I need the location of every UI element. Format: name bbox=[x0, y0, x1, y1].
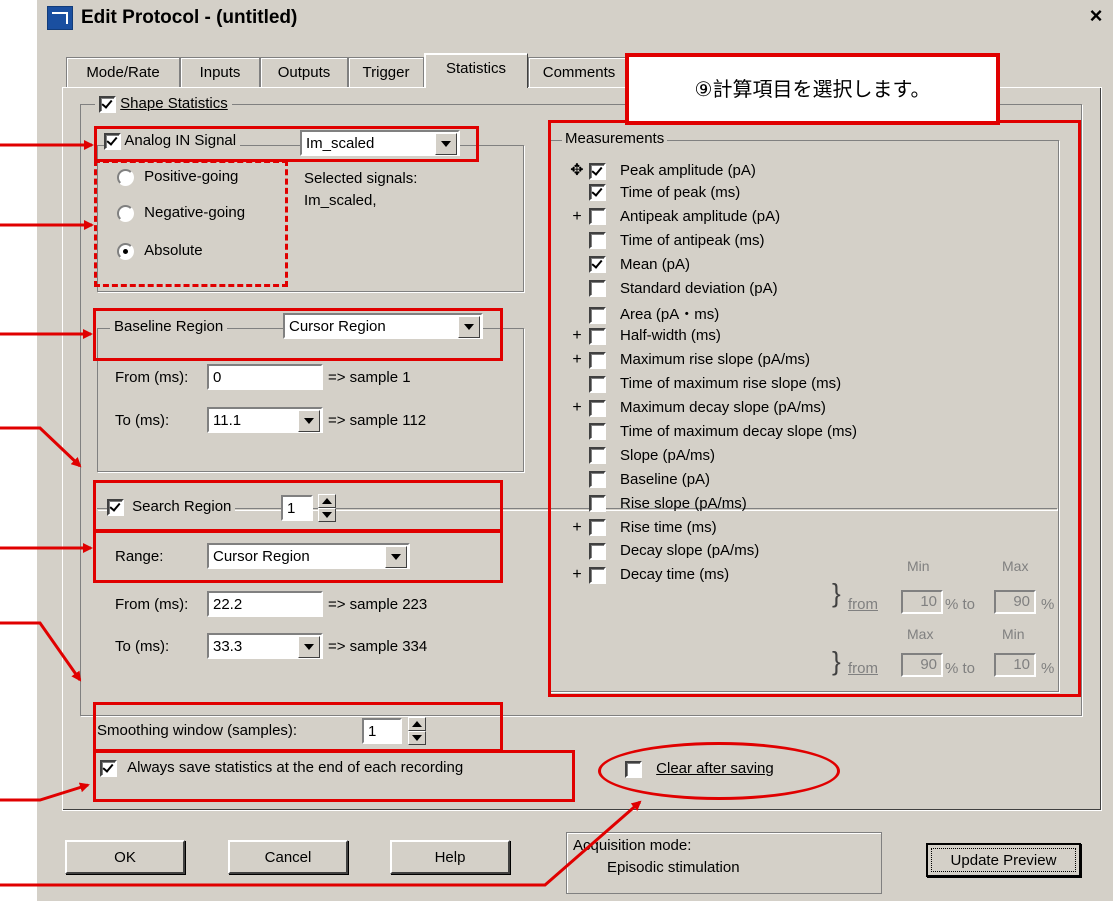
arrow-4 bbox=[0, 426, 82, 468]
annotation-arrows bbox=[0, 140, 642, 887]
arrow-7 bbox=[0, 782, 90, 802]
arrow-8 bbox=[0, 800, 642, 887]
arrow-6 bbox=[0, 621, 82, 682]
